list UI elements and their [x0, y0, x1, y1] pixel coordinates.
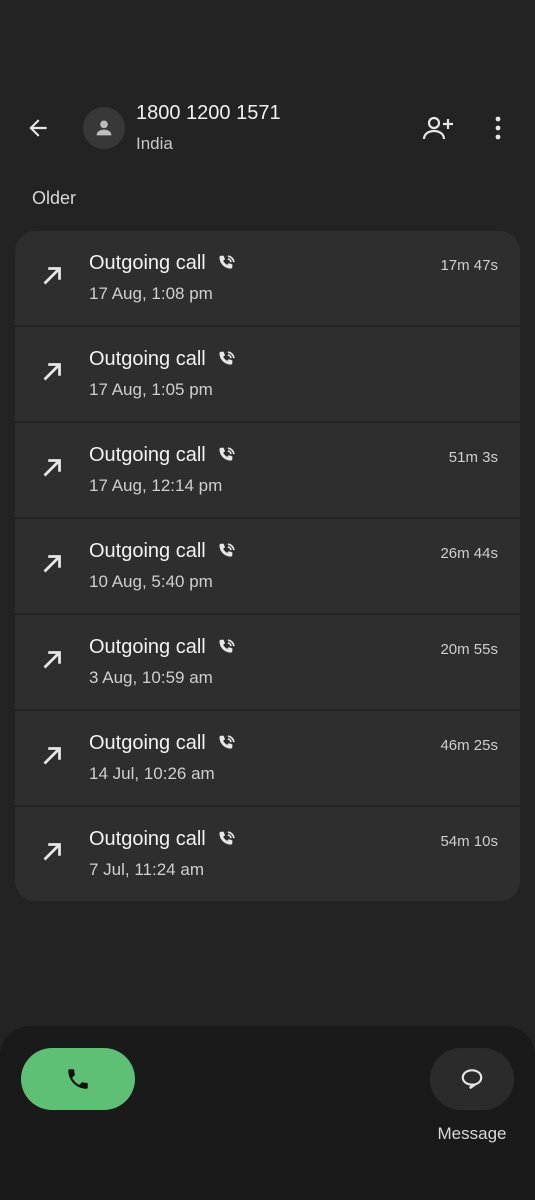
phone-icon	[68, 1069, 88, 1089]
outgoing-arrow-icon	[43, 651, 61, 669]
contact-location: India	[136, 134, 173, 153]
call-row[interactable]: Outgoing call 3 Aug, 10:59 am 20m 55s	[15, 615, 520, 709]
call-type: Outgoing call	[89, 828, 237, 851]
call-type: Outgoing call	[89, 252, 237, 275]
call-type-label: Outgoing call	[89, 252, 206, 274]
call-row[interactable]: Outgoing call 7 Jul, 11:24 am 54m 10s	[15, 807, 520, 901]
message-label: Message	[437, 1124, 507, 1143]
call-time: 3 Aug, 10:59 am	[89, 668, 213, 687]
call-duration: 51m 3s	[448, 449, 498, 466]
outgoing-arrow-icon	[43, 363, 61, 381]
call-type: Outgoing call	[89, 444, 237, 467]
call-duration: 20m 55s	[440, 641, 498, 658]
wifi-call-icon	[219, 446, 235, 461]
call-type: Outgoing call	[89, 636, 237, 659]
avatar	[83, 107, 125, 149]
outgoing-arrow-icon	[43, 267, 61, 285]
section-label: Older	[32, 188, 77, 208]
wifi-call-icon	[219, 254, 235, 269]
message-button[interactable]	[430, 1048, 514, 1110]
call-history-list: Outgoing call 17 Aug, 1:08 pm 17m 47s Ou…	[15, 231, 520, 901]
message-bubble-icon	[461, 1069, 483, 1090]
call-time: 7 Jul, 11:24 am	[89, 860, 204, 879]
contact-name: 1800 1200 1571	[136, 102, 281, 124]
action-panel: Message	[0, 1026, 535, 1200]
call-time: 17 Aug, 1:08 pm	[89, 284, 213, 303]
more-vert-icon	[495, 116, 501, 140]
wifi-call-icon	[219, 350, 235, 365]
call-type-label: Outgoing call	[89, 348, 206, 370]
arrow-left-icon	[29, 119, 47, 137]
call-row[interactable]: Outgoing call 17 Aug, 12:14 pm 51m 3s	[15, 423, 520, 517]
outgoing-arrow-icon	[43, 555, 61, 573]
wifi-call-icon	[219, 830, 235, 845]
call-type-label: Outgoing call	[89, 828, 206, 850]
call-type-label: Outgoing call	[89, 444, 206, 466]
call-type-label: Outgoing call	[89, 732, 206, 754]
call-duration: 46m 25s	[440, 737, 498, 754]
add-contact-button[interactable]	[418, 108, 458, 148]
call-time: 17 Aug, 12:14 pm	[89, 476, 223, 495]
call-type-label: Outgoing call	[89, 636, 206, 658]
outgoing-arrow-icon	[43, 747, 61, 765]
call-row[interactable]: Outgoing call 17 Aug, 1:08 pm 17m 47s	[15, 231, 520, 325]
call-time: 17 Aug, 1:05 pm	[89, 380, 213, 399]
header: 1800 1200 1571 India	[0, 96, 535, 160]
outgoing-arrow-icon	[43, 843, 61, 861]
person-icon	[96, 120, 112, 136]
call-row[interactable]: Outgoing call 10 Aug, 5:40 pm 26m 44s	[15, 519, 520, 613]
back-button[interactable]	[18, 108, 58, 148]
call-type: Outgoing call	[89, 540, 237, 563]
wifi-call-icon	[219, 734, 235, 749]
call-duration: 26m 44s	[440, 545, 498, 562]
call-time: 14 Jul, 10:26 am	[89, 764, 215, 783]
person-add-icon	[422, 116, 453, 140]
call-button[interactable]	[21, 1048, 135, 1110]
call-duration: 17m 47s	[440, 257, 498, 274]
call-type: Outgoing call	[89, 348, 237, 371]
call-details-screen: 1800 1200 1571 India Older Outgoing call…	[0, 0, 535, 1200]
wifi-call-icon	[219, 542, 235, 557]
call-type: Outgoing call	[89, 732, 237, 755]
call-row[interactable]: Outgoing call 17 Aug, 1:05 pm	[15, 327, 520, 421]
call-duration: 54m 10s	[440, 833, 498, 850]
wifi-call-icon	[219, 638, 235, 653]
call-type-label: Outgoing call	[89, 540, 206, 562]
call-time: 10 Aug, 5:40 pm	[89, 572, 213, 591]
call-row[interactable]: Outgoing call 14 Jul, 10:26 am 46m 25s	[15, 711, 520, 805]
outgoing-arrow-icon	[43, 459, 61, 477]
more-options-button[interactable]	[480, 108, 516, 148]
